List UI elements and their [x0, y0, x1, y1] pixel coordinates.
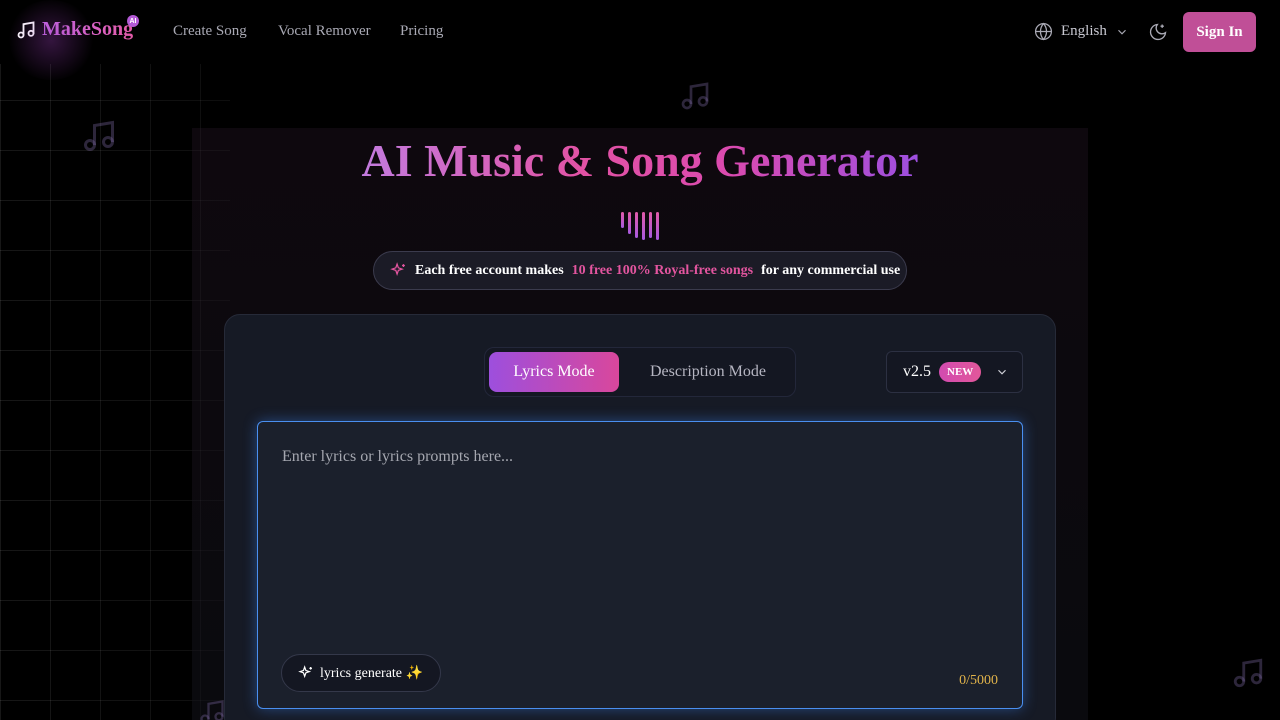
promo-suffix: for any commercial use [761, 262, 901, 278]
music-note-decoration-icon [681, 82, 709, 110]
page-title: AI Music & Song Generator [0, 134, 1280, 187]
chevron-down-icon [1117, 29, 1126, 35]
promo-highlight: 10 free 100% Royal-free songs [571, 262, 754, 278]
music-note-decoration-icon [1233, 658, 1263, 688]
promo-prefix: Each free account makes [415, 262, 564, 278]
audio-bar [656, 212, 659, 240]
audio-bar [649, 212, 652, 238]
brand-name: MakeSong [42, 18, 134, 40]
nav-create-song[interactable]: Create Song [173, 23, 247, 40]
new-badge: NEW [939, 362, 982, 382]
nav-pricing[interactable]: Pricing [400, 23, 443, 40]
tab-description-mode[interactable]: Description Mode [628, 352, 788, 392]
audio-bar [635, 212, 638, 238]
globe-icon [1034, 22, 1053, 41]
moon-icon [1149, 23, 1167, 41]
ai-badge: AI [127, 15, 139, 27]
lyrics-editor: lyrics generate ✨ 0/5000 [257, 421, 1023, 709]
version-select[interactable]: v2.5 NEW [886, 351, 1023, 393]
page-title-text: AI Music & Song Generator [361, 135, 919, 186]
free-songs-promo: Each free account makes 10 free 100% Roy… [373, 251, 907, 290]
audio-bar [628, 212, 631, 234]
chevron-down-icon [998, 369, 1007, 375]
language-selector[interactable]: English [1034, 22, 1129, 41]
version-label: v2.5 [903, 363, 931, 380]
lyrics-generate-label: lyrics generate ✨ [320, 665, 423, 681]
sign-in-button[interactable]: Sign In [1183, 12, 1256, 52]
character-counter: 0/5000 [959, 673, 998, 688]
audio-bar [642, 212, 645, 240]
lyrics-input[interactable] [282, 448, 982, 648]
site-header: MakeSong AI Create Song Vocal Remover Pr… [0, 0, 1280, 80]
tab-lyrics-mode[interactable]: Lyrics Mode [489, 352, 619, 392]
brand-logo[interactable]: MakeSong AI [6, 0, 139, 80]
lyrics-generate-button[interactable]: lyrics generate ✨ [281, 654, 441, 692]
music-note-icon [17, 20, 35, 38]
audio-bar [621, 212, 624, 228]
sparkles-icon [390, 262, 405, 276]
language-label: English [1061, 23, 1107, 39]
theme-toggle-button[interactable] [1148, 22, 1168, 42]
audio-bars-icon [621, 212, 659, 240]
sparkles-icon [298, 665, 312, 679]
nav-vocal-remover[interactable]: Vocal Remover [278, 23, 371, 40]
